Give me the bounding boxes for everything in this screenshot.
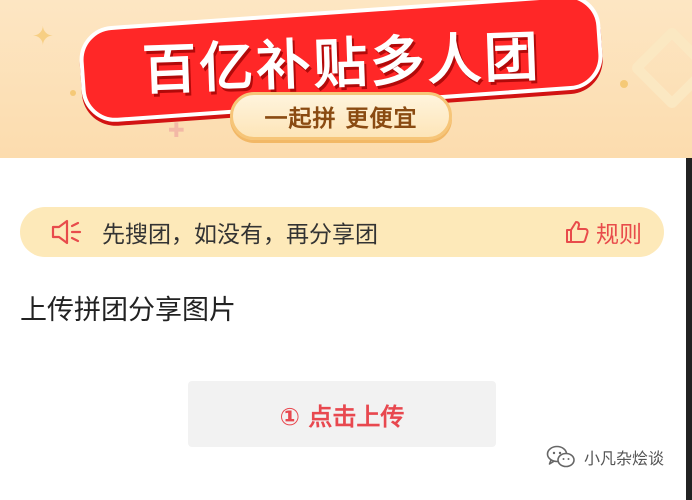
- upload-button-label: ① 点击上传: [279, 402, 405, 431]
- banner-subtitle: 一起拼 更便宜: [264, 106, 418, 132]
- thumb-up-icon: [566, 221, 589, 243]
- notice-text: 先搜团，如没有，再分享团: [102, 222, 378, 248]
- banner-subtitle-pill: 一起拼 更便宜: [230, 92, 452, 140]
- banner-title: 百亿补贴多人团: [140, 24, 542, 102]
- decor-dot: [620, 80, 628, 88]
- decor-shape: [629, 25, 692, 111]
- decor-dot: [70, 90, 76, 96]
- wechat-icon: [546, 445, 575, 468]
- upload-button[interactable]: ① 点击上传: [188, 381, 496, 447]
- rules-label: 规则: [596, 222, 642, 248]
- speaker-icon: [51, 219, 82, 245]
- promo-banner: ✦ ✚ 百亿补贴多人团 一起拼 更便宜: [0, 0, 692, 158]
- rules-link[interactable]: 规则: [564, 215, 642, 249]
- upload-section-title: 上传拼团分享图片: [20, 295, 236, 326]
- scrollbar[interactable]: [686, 158, 692, 500]
- watermark: 小凡杂烩谈: [546, 444, 664, 470]
- sparkle-icon: ✚: [168, 118, 185, 142]
- watermark-text: 小凡杂烩谈: [584, 449, 665, 468]
- sparkle-icon: ✦: [32, 22, 54, 52]
- notice-bar: 先搜团，如没有，再分享团 规则: [20, 207, 664, 257]
